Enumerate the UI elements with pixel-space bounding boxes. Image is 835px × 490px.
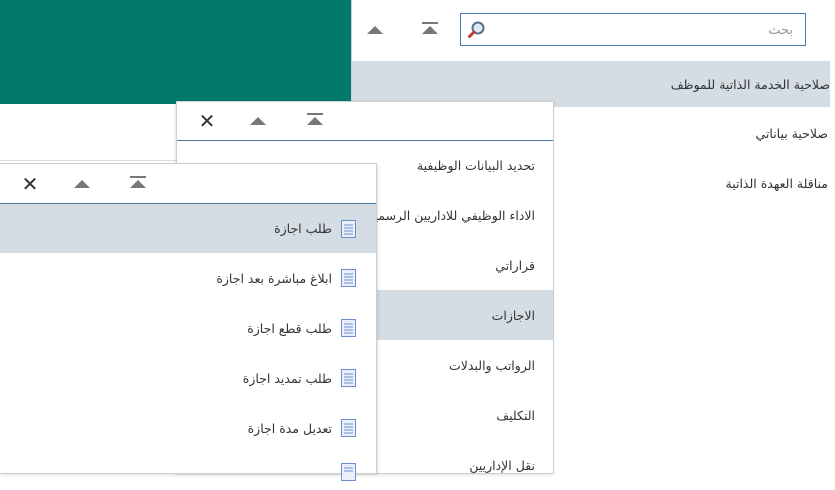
menu-item-label: تعديل مدة اجازة [247,420,332,436]
bar-icon [307,113,323,115]
search-icon [468,21,485,38]
close-button[interactable]: ✕ [19,172,41,196]
triangle-up-icon [422,26,438,34]
menu-item-label: قراراتي [495,257,535,273]
menu-item-label: الاجازات [491,307,535,323]
menu-panel-level3: ✕ طلب اجازة ابلاغ مباشرة بعد اجازة طلب ق… [0,163,377,481]
document-icon [341,463,356,481]
search-input[interactable] [495,18,795,42]
menu-item-extend-leave[interactable]: طلب تمديد اجازة [0,353,356,403]
move-to-top-button[interactable] [419,19,441,37]
triangle-up-icon [74,180,90,188]
menu-item-modify-leave[interactable]: تعديل مدة اجازة [0,403,356,453]
menu-item-label: طلب تمديد اجازة [242,370,332,386]
search-box[interactable] [460,13,806,46]
close-icon: ✕ [21,172,39,196]
document-icon [341,219,356,238]
menu-item-partial[interactable] [0,453,356,483]
move-up-button[interactable] [71,175,93,193]
document-icon [341,419,356,437]
bar-icon [422,22,438,24]
move-to-top-button[interactable] [127,173,149,191]
menu-item-label: ابلاغ مباشرة بعد اجازة [216,270,332,286]
move-up-button[interactable] [247,112,269,130]
panel2-toolbar: ✕ [177,102,553,141]
menu-item-label: طلب قطع اجازة [247,320,332,336]
header-banner [0,0,352,104]
menu-item-label: نقل الإداريين [469,457,535,473]
triangle-up-icon [130,180,146,188]
divider [0,160,176,161]
menu-item-label: صلاحية الخدمة الذاتية للموظف [670,76,830,92]
document-icon [341,319,356,337]
menu-item-label: الاداء الوظيفي للاداريين الرسميين [361,207,535,223]
menu-item-label: تحديد البيانات الوظيفية [416,157,535,173]
menu-item-label: طلب اجازة [274,221,332,236]
move-up-button[interactable] [364,21,386,39]
menu-item-label: التكليف [496,407,535,423]
close-icon: ✕ [198,109,216,133]
triangle-up-icon [367,26,383,34]
document-icon [341,369,356,387]
close-button[interactable]: ✕ [196,109,218,133]
panel3-toolbar: ✕ [0,164,376,204]
menu-item-label: الرواتب والبدلات [449,357,535,373]
menu-item-label: مناقلة العهدة الذاتية [725,175,829,191]
menu-item-cut-leave[interactable]: طلب قطع اجازة [0,303,356,353]
menu-item-leave-request[interactable]: طلب اجازة [0,204,376,253]
document-icon [341,269,356,287]
move-to-top-button[interactable] [304,110,326,128]
bar-icon [130,176,146,178]
panel1-toolbar [352,0,835,60]
triangle-up-icon [307,117,323,125]
menu-item-return-report[interactable]: ابلاغ مباشرة بعد اجازة [0,253,356,303]
menu-item-label: صلاحية بياناتي [755,125,829,141]
triangle-up-icon [250,117,266,125]
